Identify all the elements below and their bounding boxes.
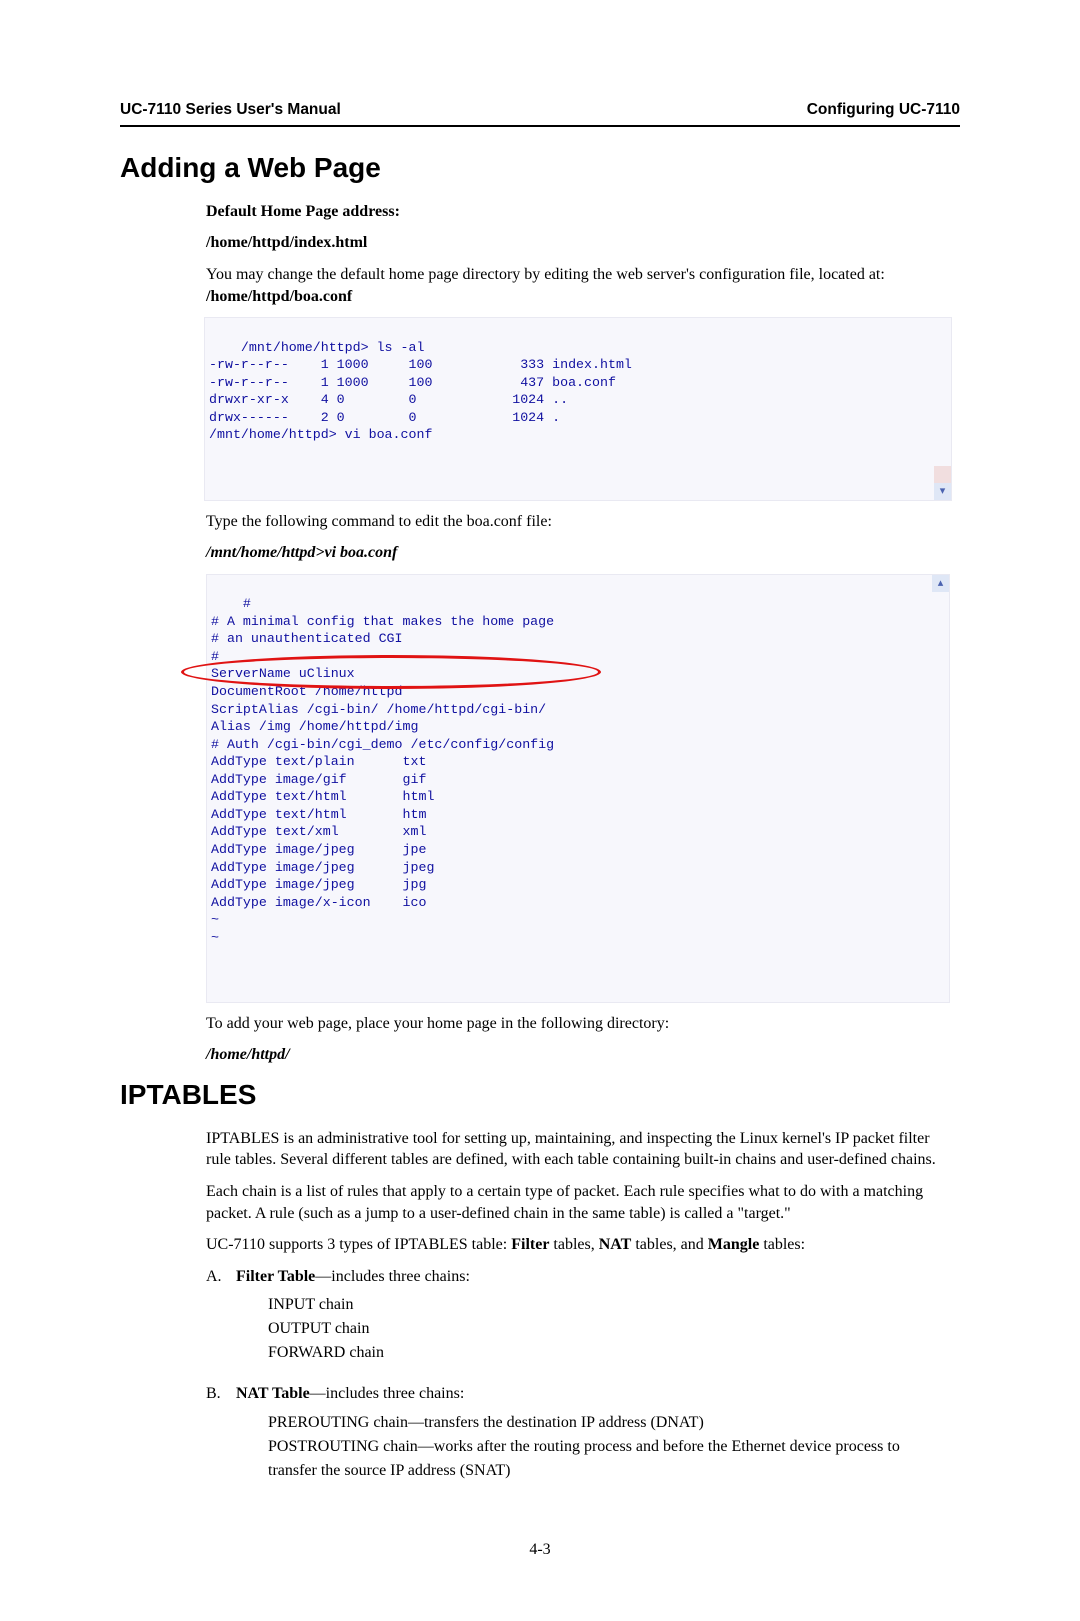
header-left: UC-7110 Series User's Manual bbox=[120, 100, 341, 121]
filter-chains: INPUT chain OUTPUT chain FORWARD chain bbox=[268, 1293, 946, 1365]
filter-table-tail: —includes three chains: bbox=[315, 1268, 470, 1285]
page-number: 4-3 bbox=[120, 1539, 960, 1561]
para-type-command: Type the following command to edit the b… bbox=[206, 511, 950, 533]
chain-input: INPUT chain bbox=[268, 1293, 946, 1317]
iptables-intro: IPTABLES is an administrative tool for s… bbox=[206, 1128, 950, 1171]
list-label-b: B. bbox=[206, 1383, 232, 1405]
iptables-chain-desc: Each chain is a list of rules that apply… bbox=[206, 1181, 950, 1224]
list-item-a: A. Filter Table—includes three chains: I… bbox=[206, 1266, 950, 1378]
txt-g: tables: bbox=[759, 1236, 805, 1253]
terminal-boa-conf: # # A minimal config that makes the home… bbox=[206, 574, 950, 1003]
chain-output: OUTPUT chain bbox=[268, 1317, 946, 1341]
txt-c: tables, bbox=[549, 1236, 598, 1253]
txt-nat: NAT bbox=[599, 1236, 632, 1253]
chain-postrouting: POSTROUTING chain—works after the routin… bbox=[268, 1435, 946, 1483]
home-httpd-dir: /home/httpd/ bbox=[206, 1044, 950, 1066]
subheading-default-address: Default Home Page address: bbox=[206, 201, 950, 223]
section-body: Default Home Page address: /home/httpd/i… bbox=[206, 201, 950, 1066]
txt-mangle: Mangle bbox=[708, 1236, 760, 1253]
txt-a: UC-7110 supports 3 types of IPTABLES tab… bbox=[206, 1236, 511, 1253]
filter-table-title: Filter Table bbox=[236, 1268, 315, 1285]
boa-conf-path: /home/httpd/boa.conf bbox=[206, 288, 352, 305]
heading-iptables: IPTABLES bbox=[120, 1076, 960, 1114]
txt-filter: Filter bbox=[511, 1236, 549, 1253]
iptables-body: IPTABLES is an administrative tool for s… bbox=[206, 1128, 950, 1495]
nat-chains: PREROUTING chain—transfers the destinati… bbox=[268, 1411, 946, 1483]
txt-e: tables, and bbox=[631, 1236, 707, 1253]
terminal-ls-text: /mnt/home/httpd> ls -al -rw-r--r-- 1 100… bbox=[209, 340, 632, 443]
default-address-path: /home/httpd/index.html bbox=[206, 232, 950, 254]
header-right: Configuring UC-7110 bbox=[807, 100, 960, 121]
iptables-tables-line: UC-7110 supports 3 types of IPTABLES tab… bbox=[206, 1234, 950, 1256]
scrollbar-track bbox=[934, 466, 951, 483]
para-change-default: You may change the default home page dir… bbox=[206, 264, 950, 307]
terminal-boa-text: # # A minimal config that makes the home… bbox=[211, 596, 554, 944]
heading-adding-web-page: Adding a Web Page bbox=[120, 149, 960, 187]
chain-prerouting: PREROUTING chain—transfers the destinati… bbox=[268, 1411, 946, 1435]
list-label-a: A. bbox=[206, 1266, 232, 1288]
page-header: UC-7110 Series User's Manual Configuring… bbox=[120, 100, 960, 127]
nat-table-title: NAT Table bbox=[236, 1385, 310, 1402]
list-body-b: NAT Table—includes three chains: PREROUT… bbox=[236, 1383, 946, 1495]
list-body-a: Filter Table—includes three chains: INPU… bbox=[236, 1266, 946, 1378]
list-item-b: B. NAT Table—includes three chains: PRER… bbox=[206, 1383, 950, 1495]
nat-table-tail: —includes three chains: bbox=[310, 1385, 465, 1402]
vi-command: /mnt/home/httpd>vi boa.conf bbox=[206, 542, 950, 564]
terminal-ls-output: /mnt/home/httpd> ls -al -rw-r--r-- 1 100… bbox=[204, 317, 952, 500]
scroll-down-icon[interactable]: ▾ bbox=[934, 483, 951, 500]
para-change-default-text: You may change the default home page dir… bbox=[206, 266, 885, 283]
chain-forward: FORWARD chain bbox=[268, 1341, 946, 1365]
scroll-up-icon[interactable]: ▴ bbox=[932, 575, 949, 592]
para-add-webpage: To add your web page, place your home pa… bbox=[206, 1013, 950, 1035]
